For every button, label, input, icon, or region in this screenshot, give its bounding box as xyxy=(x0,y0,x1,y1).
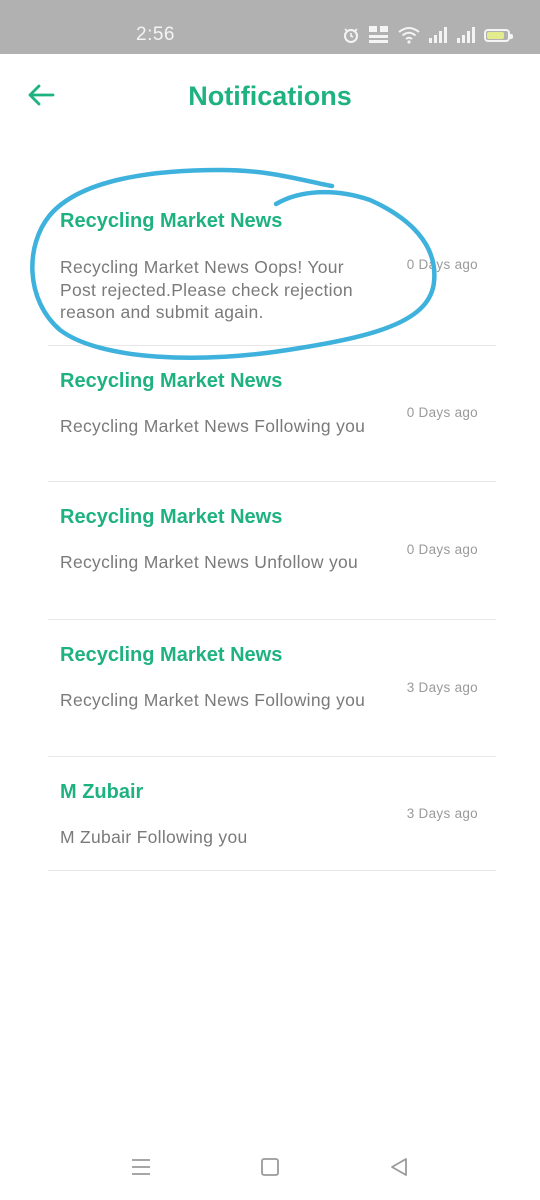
notification-list: Recycling Market News Recycling Market N… xyxy=(48,190,496,871)
notification-message: M Zubair Following you xyxy=(60,827,248,847)
notification-title: Recycling Market News xyxy=(60,370,283,392)
wifi-icon xyxy=(398,26,420,44)
system-nav-bar xyxy=(0,1140,540,1200)
status-bar: 2:56 xyxy=(0,0,540,54)
status-icons xyxy=(342,24,513,46)
notification-title: Recycling Market News xyxy=(60,644,283,666)
notification-time: 0 Days ago xyxy=(406,257,478,272)
app-header: Notifications xyxy=(0,54,540,144)
battery-icon xyxy=(484,28,513,42)
notification-message: Recycling Market News Following you xyxy=(60,690,366,710)
alarm-icon xyxy=(342,26,360,44)
notification-title: Recycling Market News xyxy=(60,506,283,528)
back-triangle-icon xyxy=(389,1157,409,1182)
signal-icon-2 xyxy=(456,27,476,43)
battery-level xyxy=(487,31,505,39)
notification-time: 0 Days ago xyxy=(406,542,478,557)
notification-time: 0 Days ago xyxy=(406,405,478,420)
volte-icon xyxy=(368,25,390,45)
notification-item[interactable]: Recycling Market News Recycling Market N… xyxy=(48,482,496,620)
signal-icon xyxy=(428,27,448,43)
notification-title: Recycling Market News xyxy=(60,210,283,232)
notification-item[interactable]: M Zubair M Zubair Following you 3 Days a… xyxy=(48,757,496,871)
notification-item[interactable]: Recycling Market News Recycling Market N… xyxy=(48,620,496,757)
notification-message: Recycling Market News Following you xyxy=(60,416,366,436)
status-time: 2:56 xyxy=(136,24,175,45)
home-button[interactable] xyxy=(255,1154,285,1184)
notification-message: Recycling Market News Unfollow you xyxy=(60,552,359,572)
nav-back-button[interactable] xyxy=(384,1154,414,1184)
notifications-screen: 2:56 Notifications Recycling Market News… xyxy=(0,0,540,1200)
notification-time: 3 Days ago xyxy=(406,806,478,821)
home-square-icon xyxy=(260,1157,280,1182)
notification-item[interactable]: Recycling Market News Recycling Market N… xyxy=(48,346,496,482)
notification-message: Recycling Market News Oops! Your Post re… xyxy=(60,257,353,322)
notification-time: 3 Days ago xyxy=(406,680,478,695)
page-title: Notifications xyxy=(188,81,352,111)
menu-button[interactable] xyxy=(126,1154,156,1184)
menu-icon xyxy=(131,1158,151,1181)
notification-item[interactable]: Recycling Market News Recycling Market N… xyxy=(48,190,496,346)
notification-title: M Zubair xyxy=(60,781,144,803)
